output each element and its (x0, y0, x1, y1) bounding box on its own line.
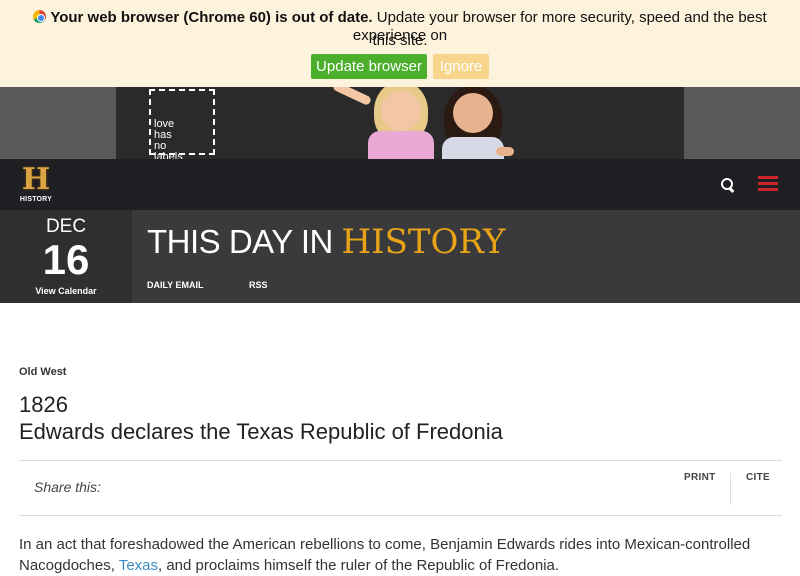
this-day-title-plain: THIS DAY IN (147, 223, 333, 260)
history-logo-letter: H (21, 162, 51, 197)
search-icon[interactable] (721, 178, 735, 192)
article-year: 1826 (19, 392, 68, 417)
ignore-button[interactable]: Ignore (433, 54, 489, 79)
rss-link[interactable]: RSS (249, 280, 268, 290)
print-button[interactable]: PRINT (684, 472, 716, 483)
update-bold-text: Your web browser (Chrome 60) is out of d… (50, 9, 373, 26)
update-text-cont: this site. (372, 32, 428, 49)
divider (730, 473, 731, 505)
chrome-icon (33, 10, 47, 23)
article-headline: Edwards declares the Texas Republic of F… (19, 419, 503, 444)
this-day-band: DEC 16 View Calendar THIS DAY IN HISTORY… (0, 210, 800, 303)
menu-icon[interactable] (758, 176, 778, 192)
ad-logo-line: labels (154, 151, 183, 160)
update-browser-button[interactable]: Update browser (311, 54, 427, 79)
browser-update-banner: Your web browser (Chrome 60) is out of d… (0, 0, 800, 87)
site-header: H HISTORY (0, 159, 800, 210)
date-month: DEC (45, 216, 87, 237)
ad-child-image-1 (331, 87, 436, 159)
share-bar: Share this: PRINT CITE (19, 460, 782, 516)
article-category[interactable]: Old West (19, 366, 66, 378)
advertisement[interactable]: love has no labels (116, 87, 684, 159)
texas-link[interactable]: Texas (119, 557, 158, 574)
ad-child-image-2 (438, 87, 514, 159)
article-body-part2: , and proclaims himself the ruler of the… (158, 557, 560, 574)
date-box: DEC 16 View Calendar (0, 210, 132, 303)
this-day-title: THIS DAY IN HISTORY (147, 222, 505, 262)
history-logo[interactable]: H HISTORY (18, 165, 54, 205)
share-label: Share this: (34, 479, 101, 495)
view-calendar-link[interactable]: View Calendar (0, 286, 132, 296)
article-body: In an act that foreshadowed the American… (19, 534, 789, 576)
ad-band: love has no labels (0, 87, 800, 159)
cite-button[interactable]: CITE (746, 472, 770, 483)
history-logo-text: HISTORY (19, 196, 53, 203)
this-day-title-accent: HISTORY (341, 222, 506, 262)
daily-email-link[interactable]: DAILY EMAIL (147, 280, 204, 290)
ad-logo: love has no labels (149, 89, 215, 159)
date-day: 16 (42, 236, 90, 283)
